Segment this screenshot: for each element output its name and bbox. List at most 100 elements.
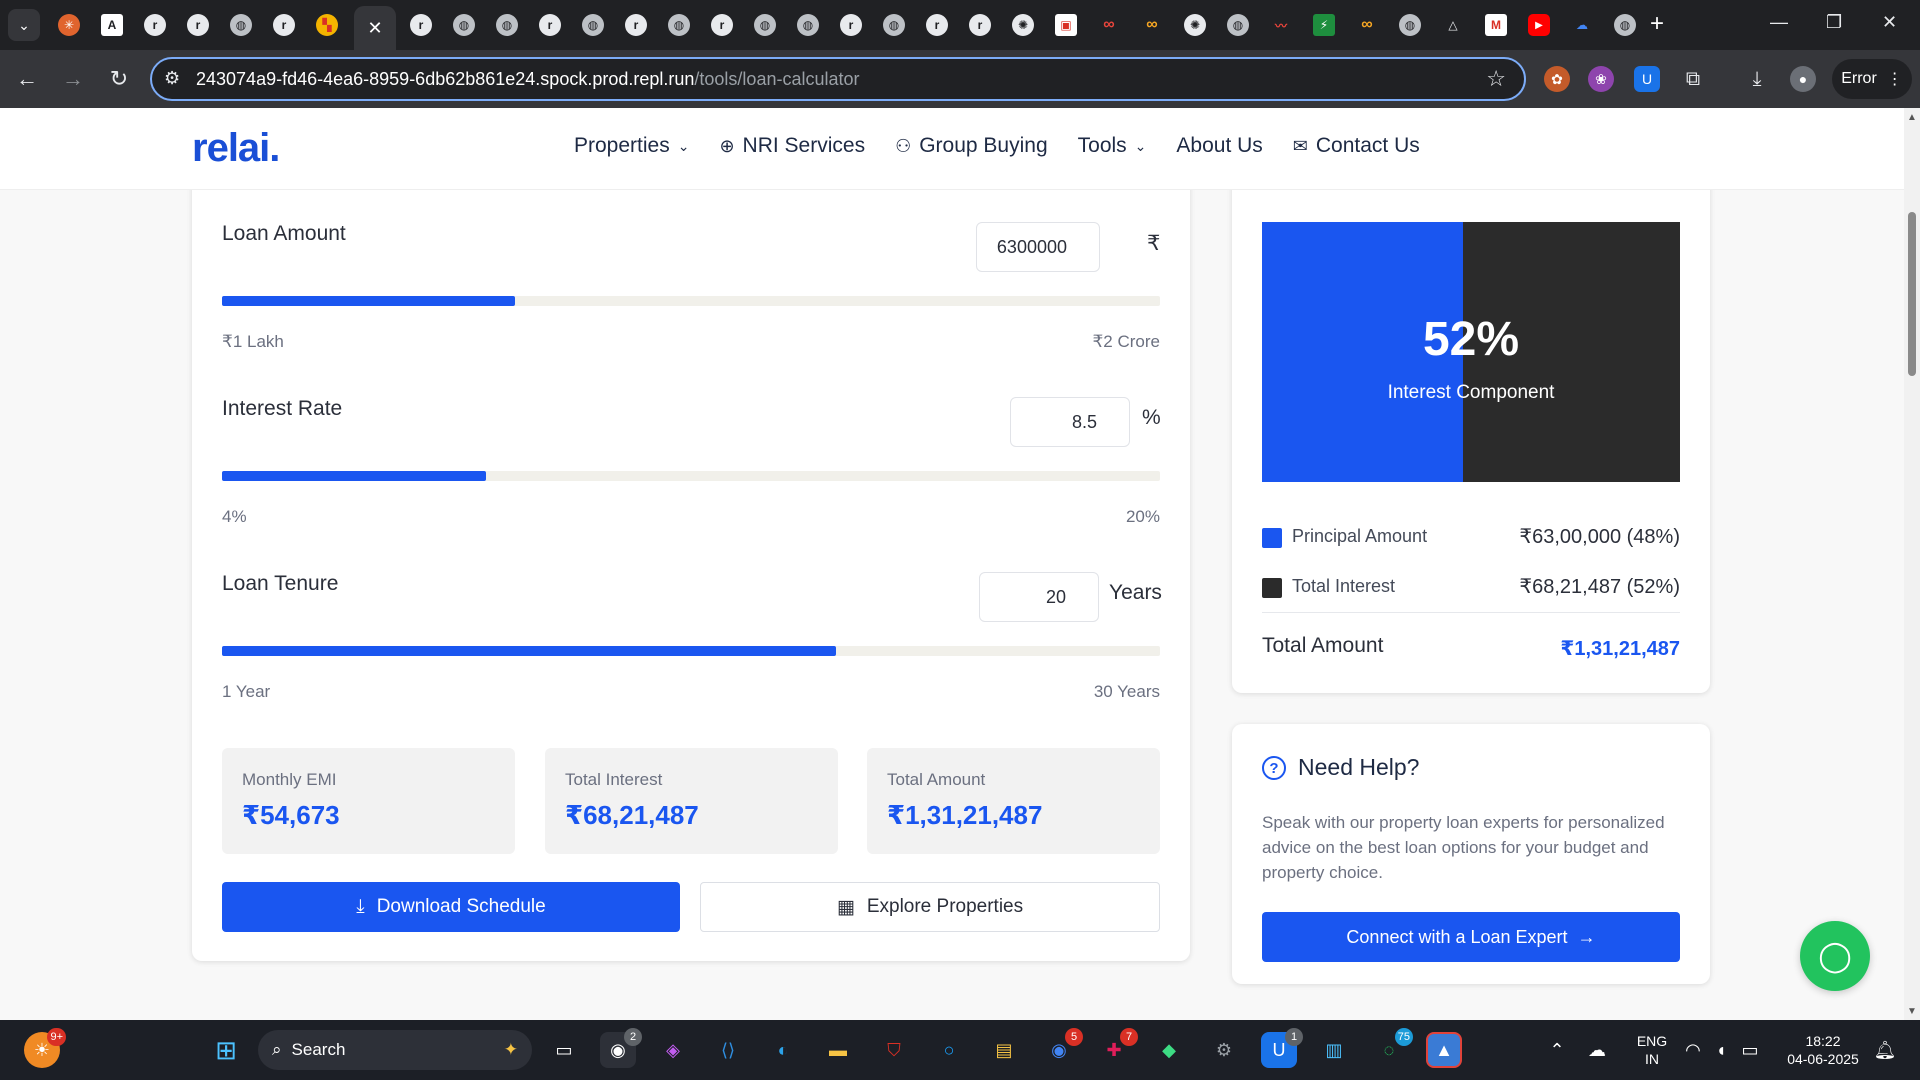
language-indicator[interactable]: ENG IN [1632,1032,1672,1068]
nav-properties[interactable]: Properties ⌄ [574,134,689,158]
relai-tab-icon[interactable]: r [187,14,209,36]
mcafee-icon[interactable]: ⛉ [876,1032,912,1068]
globe-tab-icon[interactable]: ◍ [230,14,252,36]
openai-tab-icon[interactable]: ✺ [1184,14,1206,36]
extension-icon[interactable]: ❀ [1588,66,1614,92]
globe-tab-icon[interactable]: ◍ [754,14,776,36]
vpn-icon[interactable]: ◆ [1151,1032,1187,1068]
taskbar-search[interactable]: ⌕ Search ✦ [258,1030,532,1070]
relai-logo[interactable]: relai. [192,126,280,171]
battery-icon[interactable]: ▭ [1738,1032,1762,1068]
address-bar[interactable]: ⚙ 243074a9-fd46-4ea6-8959-6db62b861e24.s… [150,57,1526,101]
nav-nri-services[interactable]: ⊕ NRI Services [719,134,865,158]
loan-amount-input[interactable]: 6300000 [976,222,1100,272]
widgets-icon[interactable]: ☀ 9+ [24,1028,66,1068]
loan-amount-slider[interactable] [222,296,1160,306]
edge-icon[interactable]: ◐ [765,1032,801,1068]
profile-avatar[interactable]: ● [1790,66,1816,92]
scroll-thumb[interactable] [1908,212,1916,376]
cortana-icon[interactable]: ○ [931,1032,967,1068]
relai-tab-icon[interactable]: r [273,14,295,36]
relai-tab-icon[interactable]: r [969,14,991,36]
interest-rate-slider[interactable] [222,471,1160,481]
url-text[interactable]: 243074a9-fd46-4ea6-8959-6db62b861e24.spo… [196,69,860,90]
window-close-icon[interactable]: ✕ [1882,12,1897,33]
active-tab[interactable]: ✕ [354,6,396,50]
claude-tab-icon[interactable]: ✳ [58,14,80,36]
anthropic-tab-icon[interactable]: A [101,14,123,36]
bookmark-star-icon[interactable]: ☆ [1486,66,1506,92]
forward-icon[interactable]: → [58,64,88,94]
slack-icon[interactable]: ✚ 7 [1096,1028,1138,1068]
settings-gear-icon[interactable]: ⚙ [1206,1032,1242,1068]
windows-start-icon[interactable]: ⊞ [208,1032,244,1068]
infinity-tab-icon[interactable]: ∞ [1141,14,1163,36]
relai-tab-icon[interactable]: r [410,14,432,36]
globe-tab-icon[interactable]: ◍ [883,14,905,36]
vscode-icon[interactable]: ⟨⟩ [710,1032,746,1068]
site-info-icon[interactable]: ⚙ [164,68,180,89]
relai-tab-icon[interactable]: r [926,14,948,36]
new-tab-icon[interactable]: + [1650,12,1664,36]
notifications-bell-icon[interactable]: 🔔︎ [1870,1032,1900,1068]
connect-loan-expert-button[interactable]: Connect with a Loan Expert → [1262,912,1680,962]
nav-tools[interactable]: Tools ⌄ [1078,134,1147,158]
whatsapp-icon[interactable]: ◌ 75 [1371,1028,1413,1068]
scroll-up-icon[interactable]: ▲ [1906,112,1918,123]
back-icon[interactable]: ← [12,64,42,94]
relai-tab-icon[interactable]: r [539,14,561,36]
page-scrollbar[interactable]: ▲ ▼ [1904,108,1920,1020]
store-icon[interactable]: ▤ [986,1032,1022,1068]
extension-icon[interactable]: U [1634,66,1660,92]
openai-tab-icon[interactable]: ✺ [1012,14,1034,36]
profile-error-button[interactable]: Error ⋮ [1832,59,1912,99]
globe-tab-icon[interactable]: ◍ [453,14,475,36]
more-menu-icon[interactable]: ⋮ [1887,69,1903,89]
chrome-icon[interactable]: ◉ 2 [600,1028,642,1068]
infinity-tab-icon[interactable]: ∞ [1356,14,1378,36]
whatsapp-chat-button[interactable]: ◯ [1800,921,1870,991]
volume-icon[interactable]: ◖ [1710,1032,1732,1068]
extension-icon[interactable]: ✿ [1544,66,1570,92]
notepad-icon[interactable]: ▥ [1316,1032,1352,1068]
utility-app-icon[interactable]: U1 [1261,1028,1303,1068]
onedrive-error-icon[interactable]: ☁ [1584,1032,1610,1068]
clock[interactable]: 18:22 04-06-2025 [1780,1032,1866,1068]
globe-tab-icon[interactable]: ◍ [797,14,819,36]
globe-tab-icon[interactable]: ◍ [1399,14,1421,36]
extensions-puzzle-icon[interactable]: ⧉ [1680,66,1706,92]
loan-tenure-slider[interactable] [222,646,1160,656]
globe-tab-icon[interactable]: ◍ [668,14,690,36]
loan-tenure-input[interactable]: 20 [979,572,1099,622]
nav-about-us[interactable]: About Us [1176,134,1262,158]
chrome-profile-icon[interactable]: ◉ 5 [1041,1028,1083,1068]
relai-tab-icon[interactable]: r [625,14,647,36]
globe-tab-icon[interactable]: ◍ [582,14,604,36]
file-explorer-icon[interactable]: ▬ [820,1032,856,1068]
download-icon[interactable]: ⤓ [1744,66,1770,92]
triangle-tab-icon[interactable]: △ [1442,14,1464,36]
copilot-icon[interactable]: ◈ [655,1032,691,1068]
interest-rate-input[interactable]: 8.5 [1010,397,1130,447]
wave-tab-icon[interactable]: 〰 [1270,14,1292,36]
infinity-tab-icon[interactable]: ∞ [1098,14,1120,36]
globe-tab-icon[interactable]: ◍ [496,14,518,36]
youtube-tab-icon[interactable]: ▶ [1528,14,1550,36]
task-view-icon[interactable]: ▭ [546,1032,582,1068]
app-tab-icon[interactable]: ▚ [316,14,338,36]
gmail-tab-icon[interactable]: M [1485,14,1507,36]
reload-icon[interactable]: ↻ [104,64,134,94]
relai-tab-icon[interactable]: r [840,14,862,36]
nav-contact-us[interactable]: ✉ Contact Us [1293,134,1420,158]
drive-tab-icon[interactable]: ☁ [1571,14,1593,36]
restore-icon[interactable]: ❐ [1826,12,1842,33]
globe-tab-icon[interactable]: ◍ [1614,14,1636,36]
nav-group-buying[interactable]: ⚇ Group Buying [895,134,1048,158]
close-icon[interactable]: ✕ [367,18,382,39]
wifi-icon[interactable]: ◠ [1682,1032,1704,1068]
explore-properties-button[interactable]: ▦ Explore Properties [700,882,1160,932]
tray-chevron-icon[interactable]: ⌃ [1544,1032,1570,1068]
tab-search-icon[interactable]: ⌄ [8,9,40,41]
download-schedule-button[interactable]: ⤓ Download Schedule [222,882,680,932]
relai-tab-icon[interactable]: r [144,14,166,36]
